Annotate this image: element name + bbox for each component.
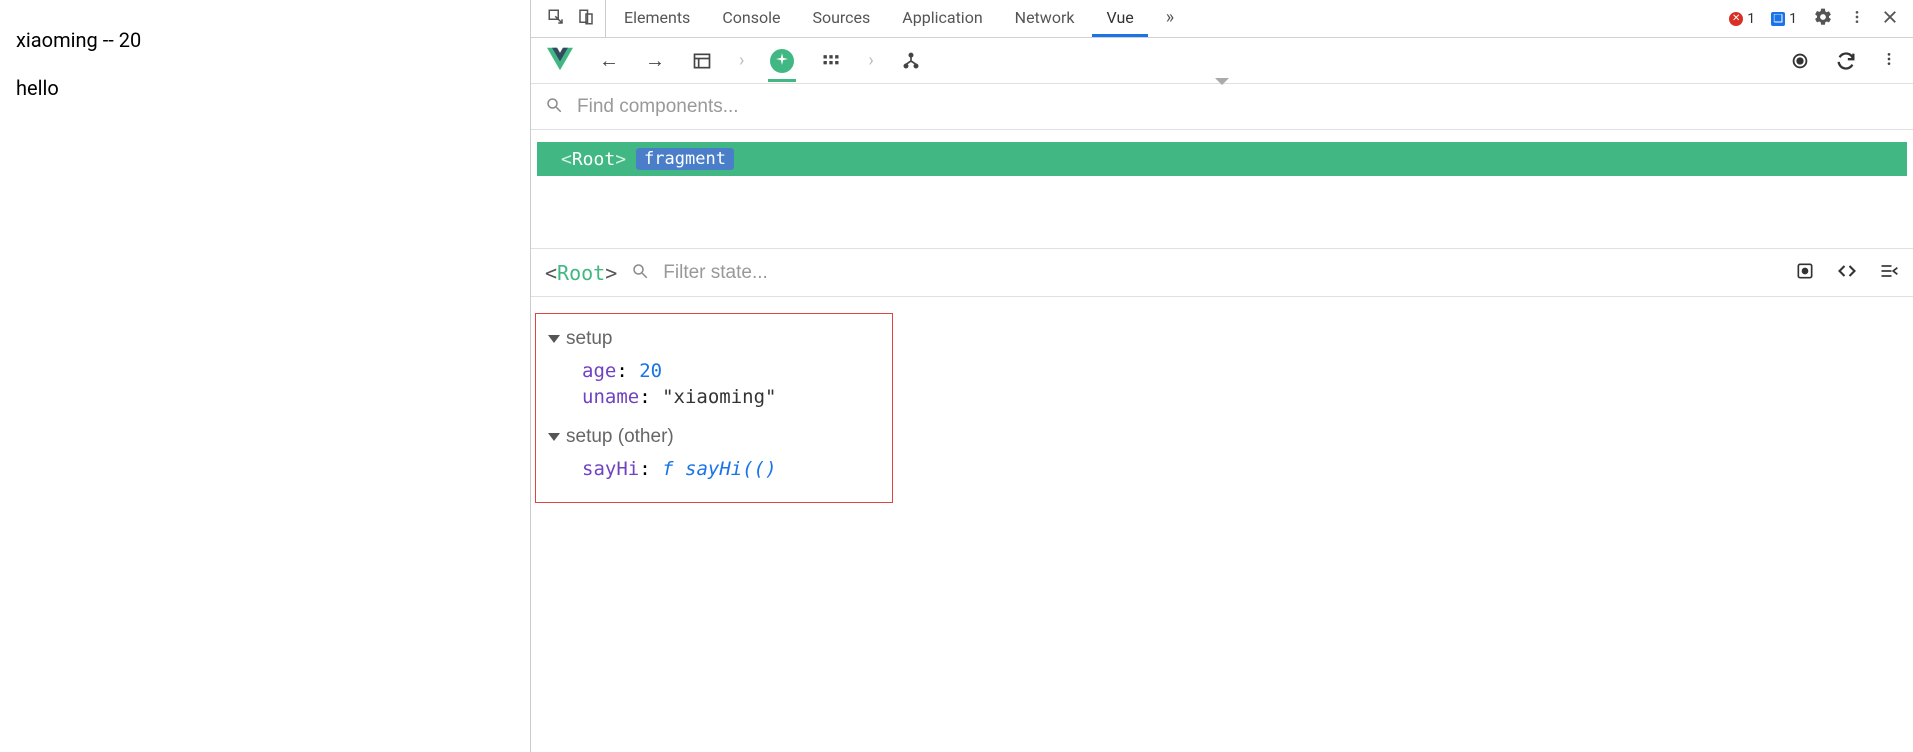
angle-close: > xyxy=(615,149,626,170)
page-text-line-1: xiaoming -- 20 xyxy=(16,28,514,52)
angle-open: < xyxy=(561,149,572,170)
find-components-input[interactable] xyxy=(577,96,1899,118)
search-icon xyxy=(545,96,563,118)
tab-network[interactable]: Network xyxy=(1001,0,1089,37)
info-icon: ❏ xyxy=(1771,12,1785,26)
close-icon[interactable] xyxy=(1881,8,1899,30)
inspect-element-icon[interactable] xyxy=(547,8,565,30)
device-toggle-icon[interactable] xyxy=(577,8,595,30)
devtools-tabs-list: Elements Console Sources Application Net… xyxy=(610,0,1725,37)
state-inspector-panel: setup age: 20 uname: "xiaoming" setup (o… xyxy=(531,297,1913,519)
gear-icon[interactable] xyxy=(1813,7,1833,31)
setup-other-section-header[interactable]: setup (other) xyxy=(548,426,880,448)
selected-component-label: <Root> xyxy=(545,261,617,285)
refresh-icon[interactable] xyxy=(1835,50,1857,72)
nav-back-icon[interactable]: ← xyxy=(599,48,619,73)
nav-forward-icon[interactable]: → xyxy=(645,48,665,73)
caret-down-icon xyxy=(548,433,560,441)
timeline-icon[interactable] xyxy=(820,50,842,72)
fragment-badge: fragment xyxy=(636,148,734,170)
inspect-dom-icon[interactable] xyxy=(1879,261,1899,285)
list-view-icon[interactable] xyxy=(691,50,713,72)
error-count: 1 xyxy=(1747,11,1755,27)
info-count-badge[interactable]: ❏ 1 xyxy=(1771,11,1797,27)
search-icon xyxy=(631,262,649,284)
devtools-panel: Elements Console Sources Application Net… xyxy=(530,0,1913,752)
root-component-name: Root xyxy=(572,149,615,170)
error-icon: ✕ xyxy=(1729,12,1743,26)
devtools-tabs-bar: Elements Console Sources Application Net… xyxy=(531,0,1913,38)
target-icon[interactable] xyxy=(1789,50,1811,72)
vue-logo-icon xyxy=(547,46,573,76)
setup-section-header[interactable]: setup xyxy=(548,328,880,350)
scroll-into-view-icon[interactable] xyxy=(1795,261,1815,285)
components-tab-icon[interactable] xyxy=(770,49,794,73)
state-prop-sayhi[interactable]: sayHi: f sayHi(() xyxy=(548,458,880,480)
page-text-line-2: hello xyxy=(16,76,514,100)
drag-handle-icon[interactable] xyxy=(1215,78,1229,85)
error-count-badge[interactable]: ✕ 1 xyxy=(1729,11,1755,27)
tab-vue[interactable]: Vue xyxy=(1092,0,1147,37)
tab-elements[interactable]: Elements xyxy=(610,0,704,37)
tab-sources[interactable]: Sources xyxy=(798,0,884,37)
inspector-tree-icon[interactable] xyxy=(900,50,922,72)
tab-console[interactable]: Console xyxy=(708,0,794,37)
state-highlight-box: setup age: 20 uname: "xiaoming" setup (o… xyxy=(535,313,893,503)
filter-state-input[interactable] xyxy=(663,262,1781,284)
toolbar-more-icon[interactable] xyxy=(1881,49,1897,73)
breadcrumb-separator-icon: › xyxy=(868,50,873,71)
tree-root-node[interactable]: <Root> fragment xyxy=(537,142,1907,176)
devtools-inspect-icons xyxy=(537,0,606,37)
tab-application[interactable]: Application xyxy=(888,0,996,37)
state-prop-uname[interactable]: uname: "xiaoming" xyxy=(548,386,880,408)
more-vertical-icon[interactable] xyxy=(1849,7,1865,31)
info-count: 1 xyxy=(1789,11,1797,27)
rendered-page: xiaoming -- 20 hello xyxy=(0,0,530,752)
caret-down-icon xyxy=(548,335,560,343)
breadcrumb-separator-icon: › xyxy=(739,50,744,71)
tabs-overflow-icon[interactable]: » xyxy=(1152,0,1188,37)
state-inspector-header: <Root> xyxy=(531,249,1913,297)
show-render-code-icon[interactable] xyxy=(1837,261,1857,285)
devtools-tabs-right: ✕ 1 ❏ 1 xyxy=(1729,7,1907,31)
state-prop-age[interactable]: age: 20 xyxy=(548,360,880,382)
find-components-bar xyxy=(531,84,1913,130)
component-tree: <Root> fragment xyxy=(531,130,1913,249)
